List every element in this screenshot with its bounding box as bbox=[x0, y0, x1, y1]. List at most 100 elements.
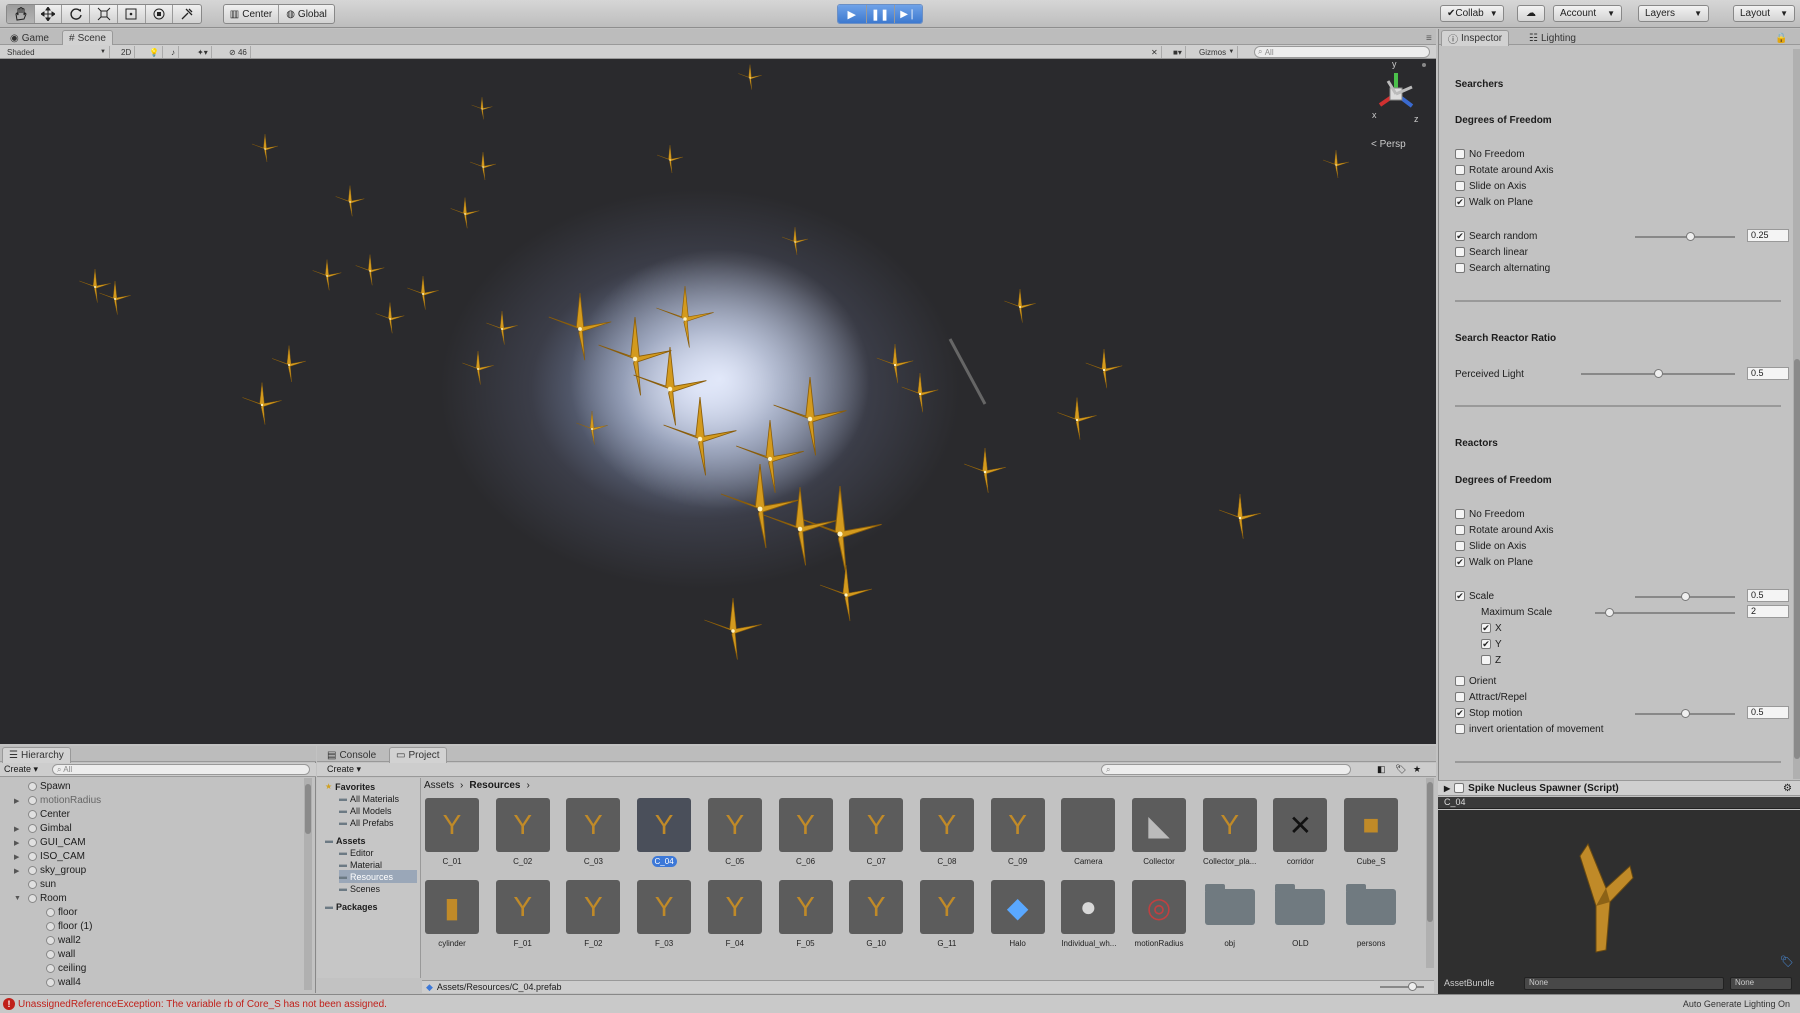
reactor-option[interactable]: Slide on Axis bbox=[1455, 539, 1526, 553]
reactor-checkbox[interactable] bbox=[1455, 525, 1465, 535]
rect-tool-button[interactable] bbox=[118, 5, 146, 23]
asset-item[interactable]: Y C_03 bbox=[563, 798, 623, 876]
breadcrumb-assets[interactable]: Assets bbox=[424, 780, 454, 791]
asset-item[interactable]: Y C_02 bbox=[493, 798, 553, 876]
project-tree-item[interactable]: ▬ All Prefabs bbox=[339, 816, 417, 829]
asset-item[interactable]: Y C_06 bbox=[776, 798, 836, 876]
reactor-option[interactable]: No Freedom bbox=[1455, 507, 1525, 521]
slider-knob[interactable] bbox=[1681, 592, 1690, 601]
collapsed-arrow-icon[interactable]: ▶ bbox=[14, 853, 19, 861]
asset-item[interactable]: ▮ cylinder bbox=[422, 880, 482, 958]
perceived-light-slider[interactable] bbox=[1581, 369, 1735, 378]
expanded-arrow-icon[interactable]: ▼ bbox=[14, 895, 21, 902]
searcher-option[interactable]: Rotate around Axis bbox=[1455, 163, 1554, 177]
asset-item[interactable]: persons bbox=[1341, 880, 1401, 958]
max-scale-slider[interactable] bbox=[1595, 608, 1735, 617]
transform-tool-button[interactable] bbox=[146, 5, 174, 23]
component-header[interactable]: ▶ Spike Nucleus Spawner (Script) ⚙ bbox=[1438, 780, 1800, 796]
panel-menu-icon[interactable]: ≡ bbox=[1420, 30, 1438, 46]
asset-item[interactable]: ● Individual_wh... bbox=[1058, 880, 1118, 958]
scene-gizmo[interactable]: y x z < Persp bbox=[1366, 59, 1432, 155]
asset-item[interactable]: Y C_01 bbox=[422, 798, 482, 876]
persp-label[interactable]: < Persp bbox=[1371, 139, 1406, 150]
max-scale-field[interactable]: 2 bbox=[1747, 605, 1789, 618]
hierarchy-item[interactable]: floor (1) bbox=[46, 920, 92, 933]
collapsed-arrow-icon[interactable]: ▶ bbox=[14, 797, 19, 805]
hierarchy-item[interactable]: sun bbox=[28, 878, 56, 891]
axis-option[interactable]: ✔ Y bbox=[1481, 637, 1502, 651]
asset-item[interactable]: ◎ motionRadius bbox=[1129, 880, 1189, 958]
asset-item[interactable]: Y Collector_pla... bbox=[1200, 798, 1260, 876]
search-linear-checkbox[interactable] bbox=[1455, 247, 1465, 257]
searcher-checkbox[interactable] bbox=[1455, 149, 1465, 159]
layout-dropdown[interactable]: Layout ▼ bbox=[1733, 5, 1795, 22]
favorite-star-icon[interactable]: ★ bbox=[1413, 764, 1421, 775]
axis-checkbox[interactable]: ✔ bbox=[1481, 639, 1491, 649]
effects-dropdown[interactable]: ✦▾ bbox=[194, 46, 212, 58]
asset-item[interactable]: ■ Cube_S bbox=[1341, 798, 1401, 876]
hierarchy-item[interactable]: ceiling bbox=[46, 962, 86, 975]
asset-item[interactable]: Y C_05 bbox=[705, 798, 765, 876]
searcher-option[interactable]: No Freedom bbox=[1455, 147, 1525, 161]
search-random-slider[interactable] bbox=[1635, 232, 1735, 241]
collapsed-arrow-icon[interactable]: ▶ bbox=[14, 867, 19, 875]
asset-preview[interactable]: 🏷 bbox=[1438, 810, 1800, 974]
lighting-toggle-button[interactable]: 💡 bbox=[146, 46, 163, 58]
pivot-center-button[interactable]: ▥ Center bbox=[224, 5, 280, 23]
asset-item[interactable]: ◆ Halo bbox=[988, 880, 1048, 958]
scale-slider[interactable] bbox=[1635, 592, 1735, 601]
component-settings-icon[interactable]: ⚙ bbox=[1783, 783, 1792, 794]
reactor-checkbox[interactable] bbox=[1455, 509, 1465, 519]
hand-tool-button[interactable] bbox=[7, 5, 35, 23]
tab-game[interactable]: ◉ Game bbox=[4, 30, 55, 46]
asset-item[interactable]: Y C_09 bbox=[988, 798, 1048, 876]
shading-dropdown[interactable]: Shaded ▼ bbox=[4, 46, 110, 58]
searcher-option[interactable]: ✔ Walk on Plane bbox=[1455, 195, 1533, 209]
reactor-checkbox[interactable] bbox=[1455, 541, 1465, 551]
asset-item[interactable]: Y F_02 bbox=[563, 880, 623, 958]
hierarchy-item[interactable]: ▶ GUI_CAM bbox=[14, 836, 86, 849]
project-tree-item[interactable]: ▬ Packages bbox=[325, 900, 417, 913]
searcher-checkbox[interactable]: ✔ bbox=[1455, 197, 1465, 207]
asset-item[interactable]: Y F_05 bbox=[776, 880, 836, 958]
search-random-checkbox[interactable]: ✔ bbox=[1455, 231, 1465, 241]
asset-item[interactable]: obj bbox=[1200, 880, 1260, 958]
hierarchy-item[interactable]: ▶ motionRadius bbox=[14, 794, 101, 807]
asset-item[interactable]: Y C_04 bbox=[634, 798, 694, 876]
rotate-tool-button[interactable] bbox=[62, 5, 91, 23]
searcher-checkbox[interactable] bbox=[1455, 181, 1465, 191]
axis-option[interactable]: ✔ X bbox=[1481, 621, 1502, 635]
tab-lighting[interactable]: ☷ Lighting bbox=[1523, 30, 1582, 46]
scene-viewport[interactable]: y x z < Persp bbox=[0, 59, 1436, 744]
attract-checkbox[interactable] bbox=[1455, 692, 1465, 702]
tab-inspector[interactable]: ⓘ Inspector bbox=[1441, 30, 1510, 46]
searcher-checkbox[interactable] bbox=[1455, 165, 1465, 175]
asset-item[interactable]: ✕ corridor bbox=[1270, 798, 1330, 876]
custom-tool-button[interactable] bbox=[173, 5, 201, 23]
collab-dropdown[interactable]: ✔ Collab ▼ bbox=[1440, 5, 1504, 22]
assetbundle-dropdown[interactable]: None bbox=[1524, 977, 1724, 990]
project-create-button[interactable]: Create ▾ bbox=[327, 764, 361, 775]
account-dropdown[interactable]: Account ▼ bbox=[1553, 5, 1622, 22]
perceived-light-field[interactable]: 0.5 bbox=[1747, 367, 1789, 380]
slider-knob[interactable] bbox=[1681, 709, 1690, 718]
play-button[interactable]: ▶ bbox=[838, 5, 867, 23]
hierarchy-search-input[interactable]: ⌕ All bbox=[52, 764, 310, 775]
assetbundle-variant-dropdown[interactable]: None bbox=[1730, 977, 1792, 990]
thumbnail-size-slider[interactable] bbox=[1380, 982, 1424, 991]
scene-search-input[interactable]: ⌕ All bbox=[1254, 46, 1430, 58]
reactor-checkbox[interactable]: ✔ bbox=[1455, 557, 1465, 567]
hierarchy-item[interactable]: wall2 bbox=[46, 934, 81, 947]
scrollbar-thumb[interactable] bbox=[1794, 359, 1800, 759]
tab-scene[interactable]: # Scene bbox=[62, 30, 113, 46]
search-random-field[interactable]: 0.25 bbox=[1747, 229, 1789, 242]
slider-knob[interactable] bbox=[1686, 232, 1695, 241]
status-error-message[interactable]: UnassignedReferenceException: The variab… bbox=[18, 999, 387, 1010]
searcher-option[interactable]: Slide on Axis bbox=[1455, 179, 1526, 193]
slider-knob[interactable] bbox=[1605, 608, 1614, 617]
lock-icon[interactable]: 🔒 bbox=[1769, 30, 1793, 46]
collapsed-arrow-icon[interactable]: ▶ bbox=[14, 825, 19, 833]
stop-motion-checkbox[interactable]: ✔ bbox=[1455, 708, 1465, 718]
pivot-global-button[interactable]: ◍ Global bbox=[279, 5, 334, 23]
asset-item[interactable]: Y C_07 bbox=[846, 798, 906, 876]
